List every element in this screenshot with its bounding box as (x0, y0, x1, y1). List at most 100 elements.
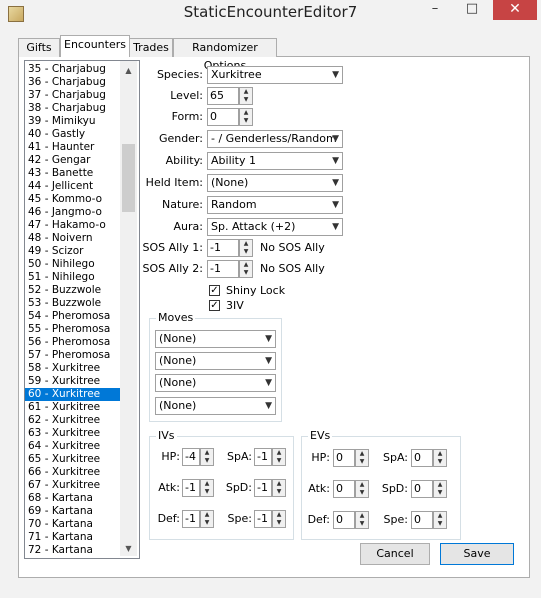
ev-spd-stepper[interactable]: ▲ ▼ (433, 480, 447, 498)
iv-atk-stepper[interactable]: ▲ ▼ (200, 479, 214, 497)
iv-def-stepper[interactable]: ▲ ▼ (200, 510, 214, 528)
level-input[interactable]: 65 (207, 87, 239, 105)
list-item[interactable]: 52 - Buzzwole (25, 284, 121, 297)
iv-def-input[interactable]: -1 (182, 510, 200, 528)
ability-select[interactable]: Ability 1 ▼ (207, 152, 343, 170)
list-item[interactable]: 47 - Hakamo-o (25, 219, 121, 232)
ev-def-input[interactable]: 0 (333, 511, 355, 529)
form-input[interactable]: 0 (207, 108, 239, 126)
sos-ally-2-stepper[interactable]: ▲ ▼ (239, 260, 253, 278)
list-item[interactable]: 36 - Charjabug (25, 76, 121, 89)
move-3-select[interactable]: (None) ▼ (155, 374, 276, 392)
list-item[interactable]: 67 - Xurkitree (25, 479, 121, 492)
ev-def-label: Def: (307, 513, 330, 526)
save-button[interactable]: Save (440, 543, 514, 565)
ev-spa-stepper[interactable]: ▲ ▼ (433, 449, 447, 467)
list-item[interactable]: 37 - Charjabug (25, 89, 121, 102)
gender-select[interactable]: - / Genderless/Random ▼ (207, 130, 343, 148)
ev-hp-input[interactable]: 0 (333, 449, 355, 467)
ev-atk-stepper[interactable]: ▲ ▼ (355, 480, 369, 498)
scroll-thumb[interactable] (122, 144, 135, 212)
list-item[interactable]: 49 - Scizor (25, 245, 121, 258)
iv-spe-stepper[interactable]: ▲ ▼ (272, 510, 286, 528)
maximize-button[interactable]: □ (455, 0, 489, 20)
list-item[interactable]: 54 - Pheromosa (25, 310, 121, 323)
list-item[interactable]: 50 - Nihilego (25, 258, 121, 271)
list-item[interactable]: 64 - Xurkitree (25, 440, 121, 453)
list-item[interactable]: 42 - Gengar (25, 154, 121, 167)
list-item[interactable]: 53 - Buzzwole (25, 297, 121, 310)
form-stepper[interactable]: ▲ ▼ (239, 108, 253, 126)
3iv-checkbox[interactable]: ✓ (209, 300, 220, 311)
list-item[interactable]: 41 - Haunter (25, 141, 121, 154)
ev-atk-input[interactable]: 0 (333, 480, 355, 498)
list-item[interactable]: 69 - Kartana (25, 505, 121, 518)
held-item-label: Held Item: (145, 176, 203, 189)
list-item[interactable]: 43 - Banette (25, 167, 121, 180)
list-item[interactable]: 46 - Jangmo-o (25, 206, 121, 219)
ev-hp-stepper[interactable]: ▲ ▼ (355, 449, 369, 467)
list-scrollbar[interactable] (120, 61, 137, 556)
held-item-select[interactable]: (None) ▼ (207, 174, 343, 192)
ev-spe-stepper[interactable]: ▲ ▼ (433, 511, 447, 529)
ev-spd-input[interactable]: 0 (411, 480, 433, 498)
list-item[interactable]: 35 - Charjabug (25, 63, 121, 76)
move-3-value: (None) (159, 376, 197, 389)
list-item[interactable]: 56 - Pheromosa (25, 336, 121, 349)
species-select[interactable]: Xurkitree ▼ (207, 66, 343, 84)
shiny-lock-checkbox[interactable]: ✓ (209, 285, 220, 296)
scroll-down-icon[interactable]: ▼ (120, 540, 137, 557)
list-item[interactable]: 70 - Kartana (25, 518, 121, 531)
ev-spe-input[interactable]: 0 (411, 511, 433, 529)
chevron-down-icon: ▼ (332, 156, 339, 166)
tab-gifts[interactable]: Gifts (18, 38, 60, 57)
minimize-button[interactable]: – (418, 0, 452, 20)
nature-select[interactable]: Random ▼ (207, 196, 343, 214)
iv-spa-input[interactable]: -1 (254, 448, 272, 466)
ev-def-stepper[interactable]: ▲ ▼ (355, 511, 369, 529)
list-item[interactable]: 55 - Pheromosa (25, 323, 121, 336)
list-item[interactable]: 62 - Xurkitree (25, 414, 121, 427)
sos-ally-1-input[interactable]: -1 (207, 239, 239, 257)
move-4-select[interactable]: (None) ▼ (155, 397, 276, 415)
list-item[interactable]: 45 - Kommo-o (25, 193, 121, 206)
iv-hp-input[interactable]: -4 (182, 448, 200, 466)
level-stepper[interactable]: ▲ ▼ (239, 87, 253, 105)
list-item[interactable]: 51 - Nihilego (25, 271, 121, 284)
iv-spd-stepper[interactable]: ▲ ▼ (272, 479, 286, 497)
list-item[interactable]: 63 - Xurkitree (25, 427, 121, 440)
list-item[interactable]: 38 - Charjabug (25, 102, 121, 115)
close-button[interactable]: ✕ (493, 0, 537, 20)
list-item[interactable]: 59 - Xurkitree (25, 375, 121, 388)
sos-ally-1-stepper[interactable]: ▲ ▼ (239, 239, 253, 257)
list-item[interactable]: 65 - Xurkitree (25, 453, 121, 466)
iv-spe-input[interactable]: -1 (254, 510, 272, 528)
list-item[interactable]: 68 - Kartana (25, 492, 121, 505)
tab-randomizer-options[interactable]: Randomizer Options (173, 38, 277, 72)
scroll-up-icon[interactable]: ▲ (120, 62, 137, 79)
ev-spa-input[interactable]: 0 (411, 449, 433, 467)
list-item[interactable]: 39 - Mimikyu (25, 115, 121, 128)
move-1-select[interactable]: (None) ▼ (155, 330, 276, 348)
list-item[interactable]: 57 - Pheromosa (25, 349, 121, 362)
sos-ally-2-input[interactable]: -1 (207, 260, 239, 278)
list-item[interactable]: 60 - Xurkitree (25, 388, 121, 401)
iv-spd-input[interactable]: -1 (254, 479, 272, 497)
list-item[interactable]: 72 - Kartana (25, 544, 121, 557)
list-item[interactable]: 66 - Xurkitree (25, 466, 121, 479)
tab-encounters[interactable]: Encounters (60, 35, 130, 57)
iv-hp-stepper[interactable]: ▲ ▼ (200, 448, 214, 466)
list-item[interactable]: 48 - Noivern (25, 232, 121, 245)
sos-ally-2-text: No SOS Ally (260, 262, 325, 275)
cancel-button[interactable]: Cancel (360, 543, 430, 565)
iv-atk-input[interactable]: -1 (182, 479, 200, 497)
list-item[interactable]: 58 - Xurkitree (25, 362, 121, 375)
list-item[interactable]: 40 - Gastly (25, 128, 121, 141)
list-item[interactable]: 44 - Jellicent (25, 180, 121, 193)
tab-trades[interactable]: Trades (129, 38, 173, 57)
aura-select[interactable]: Sp. Attack (+2) ▼ (207, 218, 343, 236)
list-item[interactable]: 61 - Xurkitree (25, 401, 121, 414)
iv-spa-stepper[interactable]: ▲ ▼ (272, 448, 286, 466)
move-2-select[interactable]: (None) ▼ (155, 352, 276, 370)
list-item[interactable]: 71 - Kartana (25, 531, 121, 544)
